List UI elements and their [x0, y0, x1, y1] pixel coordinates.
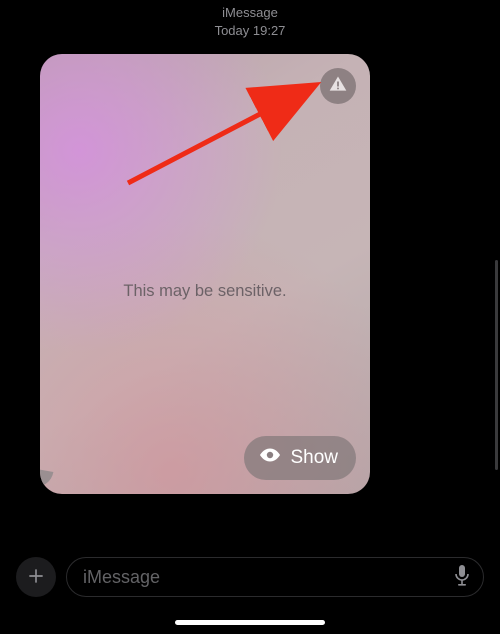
- sensitive-content-label: This may be sensitive.: [40, 282, 370, 301]
- incoming-message-bubble[interactable]: This may be sensitive. Show: [40, 54, 370, 494]
- attach-button[interactable]: [16, 557, 56, 597]
- service-label: iMessage: [0, 4, 500, 22]
- eye-icon: [258, 443, 282, 473]
- timestamp-label: Today 19:27: [0, 22, 500, 40]
- compose-bar: iMessage: [0, 554, 500, 600]
- warning-icon: [328, 74, 348, 99]
- plus-icon: [26, 562, 46, 593]
- mic-icon: [453, 564, 471, 591]
- message-input[interactable]: iMessage: [66, 557, 484, 597]
- scrollbar[interactable]: [495, 260, 498, 470]
- show-button-label: Show: [290, 447, 338, 469]
- dictation-button[interactable]: [453, 564, 471, 591]
- sensitive-warning-button[interactable]: [320, 68, 356, 104]
- message-placeholder: iMessage: [83, 567, 453, 588]
- home-indicator[interactable]: [175, 620, 325, 625]
- show-button[interactable]: Show: [244, 436, 356, 480]
- thread-header: iMessage Today 19:27: [0, 0, 500, 39]
